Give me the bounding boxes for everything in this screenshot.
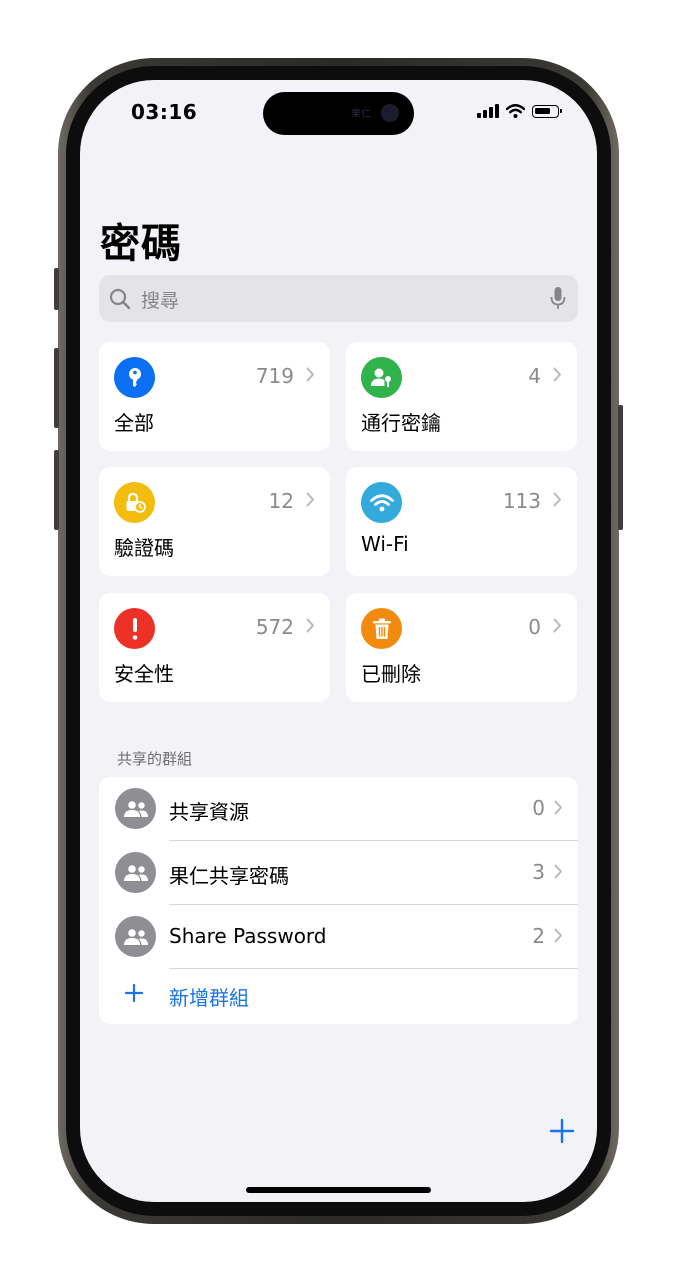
card-count: 719: [255, 364, 294, 388]
card-label: 全部: [114, 411, 154, 435]
group-label: 共享資源: [169, 800, 249, 824]
volume-up-button: [54, 348, 59, 428]
power-button: [618, 405, 623, 530]
card-count: 12: [268, 489, 294, 513]
new-group-button[interactable]: 新增群組: [169, 982, 249, 1011]
card-label: 安全性: [114, 662, 174, 686]
group-row-share-password[interactable]: Share Password 2: [99, 905, 578, 969]
key-icon: [114, 357, 155, 398]
cellular-signal-icon: [477, 104, 499, 118]
battery-icon: [532, 104, 562, 118]
person-key-icon: [361, 357, 402, 398]
add-password-plus-icon[interactable]: [548, 1117, 576, 1145]
card-label: 通行密鑰: [361, 411, 441, 435]
category-card-passkeys[interactable]: 4 通行密鑰: [346, 342, 577, 451]
screen: 03:16 果仁 密碼 搜尋 719 全部 4 通行密鑰 12 驗證碼 113 …: [80, 80, 597, 1202]
trash-icon: [361, 608, 402, 649]
card-count: 0: [528, 615, 541, 639]
group-row-guoren-shared[interactable]: 果仁共享密碼 3: [99, 841, 578, 905]
group-label: Share Password: [169, 924, 327, 948]
card-count: 572: [255, 615, 294, 639]
category-card-all[interactable]: 719 全部: [99, 342, 330, 451]
group-label: 果仁共享密碼: [169, 864, 289, 888]
chevron-right-icon: [554, 800, 562, 815]
lock-clock-icon: [114, 482, 155, 523]
chevron-right-icon: [554, 864, 562, 879]
card-label: Wi-Fi: [361, 532, 409, 556]
group-people-icon: [115, 916, 156, 957]
wifi-status-icon: [506, 104, 525, 118]
chevron-right-icon: [554, 928, 562, 943]
card-count: 113: [502, 489, 541, 513]
microphone-icon[interactable]: [550, 286, 566, 311]
island-text: 果仁: [351, 109, 371, 120]
search-icon: [109, 288, 131, 310]
card-label: 驗證碼: [114, 536, 174, 560]
volume-down-button: [54, 450, 59, 530]
section-header-shared-groups: 共享的群組: [117, 750, 193, 768]
group-row-shared-resources[interactable]: 共享資源 0: [99, 777, 578, 841]
page-title: 密碼: [100, 221, 182, 267]
camera-dot: [381, 104, 399, 122]
group-count: 2: [532, 924, 545, 948]
row-divider: [169, 968, 578, 969]
chevron-right-icon: [306, 367, 314, 382]
group-count: 0: [532, 796, 545, 820]
group-people-icon: [115, 788, 156, 829]
search-input[interactable]: 搜尋: [141, 286, 179, 313]
category-card-verification-codes[interactable]: 12 驗證碼: [99, 467, 330, 576]
chevron-right-icon: [306, 492, 314, 507]
group-list: 共享資源 0 果仁共享密碼 3 Share Password 2 新增群組: [99, 777, 578, 1024]
group-count: 3: [532, 860, 545, 884]
wifi-icon: [361, 482, 402, 523]
home-indicator[interactable]: [246, 1187, 431, 1193]
card-count: 4: [528, 364, 541, 388]
dynamic-island: 果仁: [263, 92, 414, 135]
category-card-security[interactable]: 572 安全性: [99, 593, 330, 702]
category-card-wifi[interactable]: 113 Wi-Fi: [346, 467, 577, 576]
chevron-right-icon: [306, 618, 314, 633]
status-icons: [477, 104, 562, 118]
status-time: 03:16: [131, 100, 198, 124]
group-people-icon: [115, 852, 156, 893]
plus-icon[interactable]: [123, 982, 145, 1004]
action-button: [54, 268, 59, 310]
exclamation-icon: [114, 608, 155, 649]
chevron-right-icon: [553, 492, 561, 507]
search-bar[interactable]: 搜尋: [99, 275, 578, 322]
category-card-deleted[interactable]: 0 已刪除: [346, 593, 577, 702]
chevron-right-icon: [553, 618, 561, 633]
chevron-right-icon: [553, 367, 561, 382]
card-label: 已刪除: [361, 662, 421, 686]
